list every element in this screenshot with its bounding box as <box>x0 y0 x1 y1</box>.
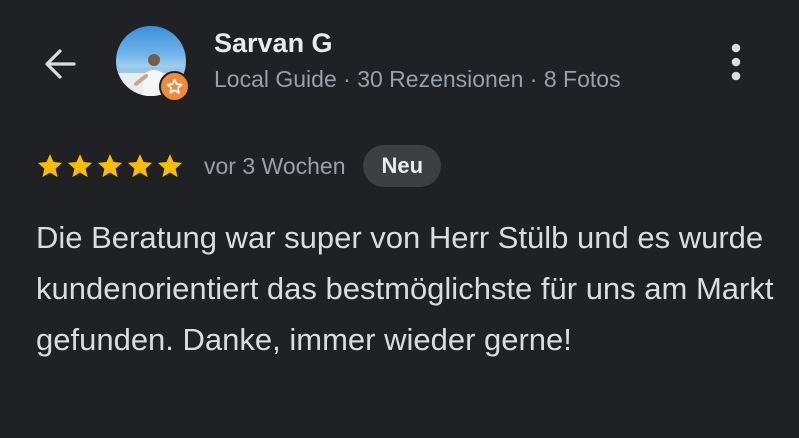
review-header: Sarvan G Local Guide · 30 Rezensionen · … <box>0 0 799 130</box>
star-icon <box>127 154 153 178</box>
local-guide-star-icon <box>166 78 183 94</box>
more-options-button[interactable] <box>712 38 760 86</box>
reviewer-name[interactable]: Sarvan G <box>214 28 333 59</box>
review-text: Die Beratung war super von Herr Stülb un… <box>36 220 774 357</box>
star-icon <box>37 154 63 178</box>
more-vertical-icon <box>731 43 741 81</box>
local-guide-badge <box>159 71 190 102</box>
reviewer-avatar-button[interactable] <box>116 26 190 102</box>
back-button[interactable] <box>36 42 84 86</box>
reviewer-meta[interactable]: Local Guide · 30 Rezensionen · 8 Fotos <box>214 66 621 93</box>
review-age: vor 3 Wochen <box>204 152 346 179</box>
star-rating <box>36 152 184 180</box>
arrow-back-icon <box>45 49 76 79</box>
new-badge: Neu <box>363 145 442 187</box>
rating-row: vor 3 Wochen Neu <box>36 144 442 188</box>
star-icon <box>97 154 123 178</box>
star-icon <box>157 154 183 178</box>
star-icon <box>67 154 93 178</box>
